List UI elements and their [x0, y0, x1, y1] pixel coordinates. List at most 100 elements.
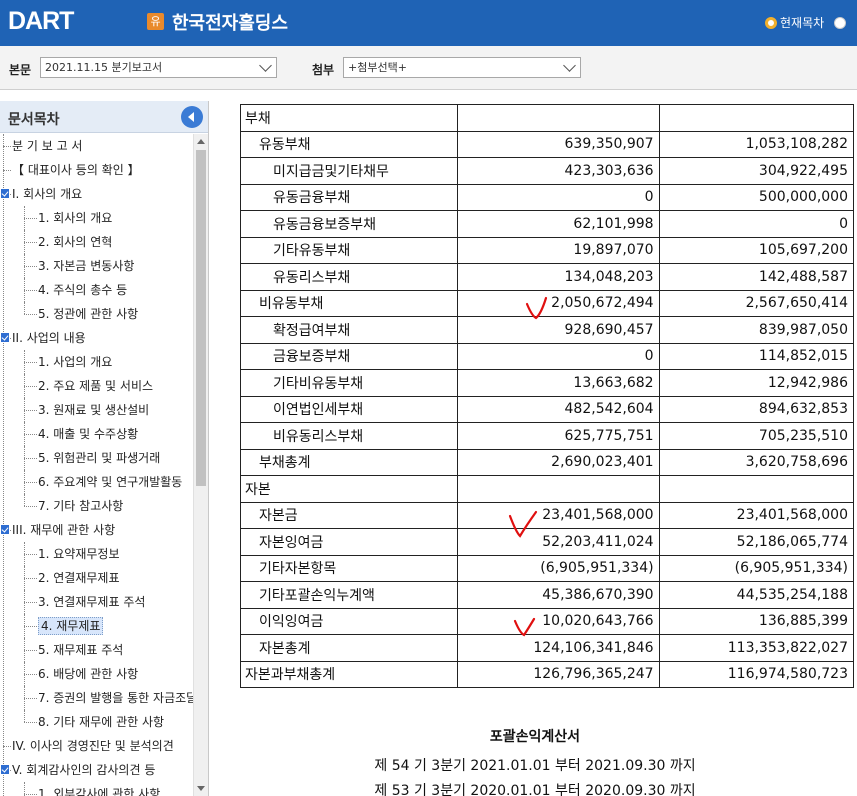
table-row: 유동금융보증부채 62,101,998 0 — [239, 210, 855, 238]
tree-connector — [24, 314, 37, 315]
toc-item-label: 3. 자본금 변동사항 — [38, 259, 135, 273]
toc-item[interactable]: 1. 사업의 개요 — [0, 350, 193, 374]
account-name: 부채 — [239, 104, 459, 132]
toc-item[interactable]: 5. 재무제표 주석 — [0, 638, 193, 662]
toc-item[interactable]: 5. 정관에 관한 사항 — [0, 302, 193, 326]
toc-item[interactable]: 1. 회사의 개요 — [0, 206, 193, 230]
toc-item[interactable]: 4. 주식의 총수 등 — [0, 278, 193, 302]
radio-selected-icon[interactable] — [765, 17, 777, 29]
toc-item[interactable]: 6. 배당에 관한 사항 — [0, 662, 193, 686]
document-content: 부채 유동부채 639,350,907 1,053,108,282 미지급금및기타채무 4… — [213, 101, 857, 796]
toc-item[interactable]: 7. 증권의 발행을 통한 자금조달 — [0, 686, 193, 710]
account-name: 기타비유동부채 — [239, 369, 459, 397]
toc-item[interactable]: 3. 연결재무제표 주석 — [0, 590, 193, 614]
toc-item[interactable]: III. 재무에 관한 사항 — [0, 518, 193, 542]
toc-item[interactable]: 1. 요약재무정보 — [0, 542, 193, 566]
expanded-checkbox-icon[interactable] — [1, 765, 9, 774]
scroll-down-arrow-icon[interactable] — [197, 786, 205, 791]
toc-item[interactable]: II. 사업의 내용 — [0, 326, 193, 350]
toc-item-label: 5. 위험관리 및 파생거래 — [38, 451, 161, 465]
scroll-up-arrow-icon[interactable] — [197, 139, 205, 144]
toc-item[interactable]: I. 회사의 개요 — [0, 182, 193, 206]
table-row: 미지급금및기타채무 423,303,636 304,922,495 — [239, 157, 855, 185]
toc-scrollbar[interactable] — [193, 134, 208, 796]
top-bar: DART 유 한국전자홀딩스 현재목차 — [0, 0, 857, 46]
tree-connector — [24, 674, 37, 675]
main-doc-select[interactable]: 2021.11.15 분기보고서 — [40, 57, 277, 78]
attach-select[interactable]: +첨부선택+ — [343, 57, 581, 78]
account-name: 자본 — [239, 475, 459, 503]
toc-item-label: 4. 재무제표 — [38, 617, 104, 635]
toc-item[interactable]: IV. 이사의 경영진단 및 분석의견 — [0, 734, 193, 758]
toc-item[interactable]: 1. 외부감사에 관한 사항 — [0, 782, 193, 796]
prior-period-value: 52,186,065,774 — [658, 528, 855, 556]
expanded-checkbox-icon[interactable] — [1, 525, 9, 534]
toc-item[interactable]: 3. 자본금 변동사항 — [0, 254, 193, 278]
current-period-value: 0 — [457, 183, 660, 211]
toc-item-label: 8. 기타 재무에 관한 사항 — [38, 715, 165, 729]
account-name: 미지급금및기타채무 — [239, 157, 459, 185]
view-option-current-toc[interactable]: 현재목차 — [765, 14, 849, 31]
company-name: 한국전자홀딩스 — [172, 13, 288, 34]
toc-item[interactable]: V. 회계감사인의 감사의견 등 — [0, 758, 193, 782]
toc-item[interactable]: 3. 원재료 및 생산설비 — [0, 398, 193, 422]
tree-connector — [24, 410, 37, 411]
toc-item[interactable]: 4. 매출 및 수주상황 — [0, 422, 193, 446]
current-period-value: 482,542,604 — [457, 395, 660, 423]
tree-guide-line — [24, 494, 25, 506]
chevron-down-icon — [259, 59, 272, 72]
dart-logo[interactable]: DART — [8, 7, 74, 36]
collapse-toc-button[interactable] — [181, 106, 203, 128]
toc-item[interactable]: 5. 위험관리 및 파생거래 — [0, 446, 193, 470]
radio-empty-icon[interactable] — [834, 17, 847, 29]
table-row: 유동리스부채 134,048,203 142,488,587 — [239, 263, 855, 291]
account-name: 비유동리스부채 — [239, 422, 459, 450]
tree-connector — [24, 386, 37, 387]
current-period-value: 134,048,203 — [457, 263, 660, 291]
toc-item[interactable]: 8. 기타 재무에 관한 사항 — [0, 710, 193, 734]
current-period-value: 13,663,682 — [457, 369, 660, 397]
toc-item[interactable]: 7. 기타 참고사항 — [0, 494, 193, 518]
expanded-checkbox-icon[interactable] — [1, 189, 9, 198]
tree-connector — [3, 170, 11, 171]
table-row: 자본잉여금 52,203,411,024 52,186,065,774 — [239, 528, 855, 556]
main-doc-value: 2021.11.15 분기보고서 — [45, 61, 163, 74]
toc-item-label: 【 대표이사 등의 확인 】 — [12, 163, 140, 177]
toc-item-label: 2. 주요 제품 및 서비스 — [38, 379, 154, 393]
account-name: 기타유동부채 — [239, 236, 459, 264]
account-name: 부채총계 — [239, 448, 459, 476]
expanded-checkbox-icon[interactable] — [1, 333, 9, 342]
toc-item[interactable]: 분 기 보 고 서 — [0, 134, 193, 158]
tree-connector — [24, 554, 37, 555]
account-name: 기타포괄손익누계액 — [239, 581, 459, 609]
prior-period-value: 23,401,568,000 — [658, 501, 855, 529]
statement-period-current: 제 54 기 3분기 2021.01.01 부터 2021.09.30 까지 — [374, 758, 696, 774]
scroll-thumb[interactable] — [196, 150, 206, 486]
main-doc-label: 본문 — [9, 63, 32, 77]
tree-connector — [24, 362, 37, 363]
prior-period-value — [658, 475, 855, 503]
toc-item-active[interactable]: 4. 재무제표 — [0, 614, 193, 638]
table-row: 비유동부채 2,050,672,494 2,567,650,414 — [239, 289, 855, 317]
prior-period-value — [658, 104, 855, 132]
toc-item-label: 7. 증권의 발행을 통한 자금조달 — [38, 691, 193, 705]
prior-period-value: 705,235,510 — [658, 422, 855, 450]
toc-item[interactable]: 2. 회사의 연혁 — [0, 230, 193, 254]
account-name: 자본잉여금 — [239, 528, 459, 556]
account-name: 자본총계 — [239, 634, 459, 662]
tree-connector — [24, 602, 37, 603]
tree-connector — [24, 218, 37, 219]
account-name: 유동금융부채 — [239, 183, 459, 211]
toc-item[interactable]: 【 대표이사 등의 확인 】 — [0, 158, 193, 182]
toc-item[interactable]: 2. 연결재무제표 — [0, 566, 193, 590]
table-row: 기타포괄손익누계액 45,386,670,390 44,535,254,188 — [239, 581, 855, 609]
toc-item-label: III. 재무에 관한 사항 — [12, 523, 116, 537]
table-row: 이익잉여금 10,020,643,766 136,885,399 — [239, 607, 855, 635]
tree-connector — [24, 578, 37, 579]
current-period-value: 45,386,670,390 — [457, 581, 660, 609]
toc-item[interactable]: 6. 주요계약 및 연구개발활동 — [0, 470, 193, 494]
tree-connector — [24, 434, 37, 435]
account-name: 금융보증부채 — [239, 342, 459, 370]
toc-item[interactable]: 2. 주요 제품 및 서비스 — [0, 374, 193, 398]
prior-period-value: 500,000,000 — [658, 183, 855, 211]
